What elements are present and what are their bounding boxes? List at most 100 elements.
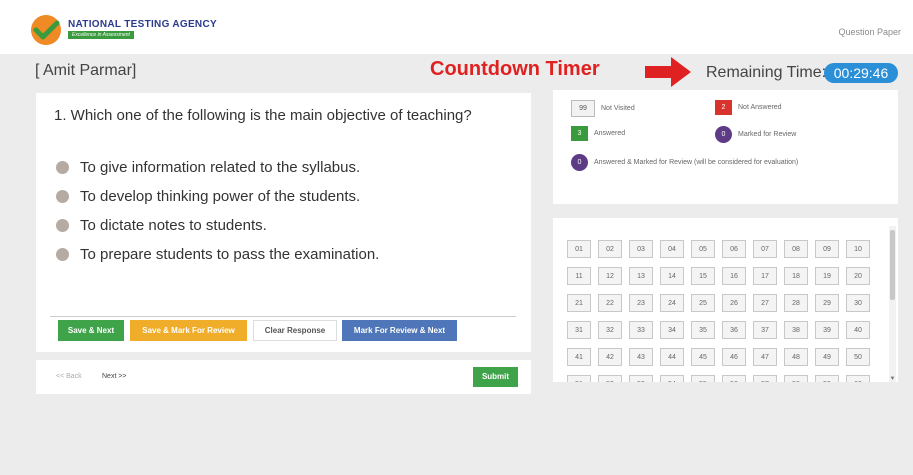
question-number-button[interactable]: 43 — [629, 348, 653, 366]
next-button[interactable]: Next >> — [102, 373, 127, 380]
option-1[interactable]: To give information related to the sylla… — [56, 153, 379, 182]
radio-button[interactable] — [56, 161, 69, 174]
question-number-button[interactable]: 06 — [722, 240, 746, 258]
option-label: To prepare students to pass the examinat… — [80, 246, 380, 263]
question-number-button[interactable]: 47 — [753, 348, 777, 366]
save-next-button[interactable]: Save & Next — [58, 320, 124, 341]
question-number-button[interactable]: 42 — [598, 348, 622, 366]
question-number-button[interactable]: 01 — [567, 240, 591, 258]
option-2[interactable]: To develop thinking power of the student… — [56, 182, 379, 211]
answered-marked-count: 0 — [571, 154, 588, 171]
question-number-button[interactable]: 31 — [567, 321, 591, 339]
radio-button[interactable] — [56, 219, 69, 232]
question-number-button[interactable]: 17 — [753, 267, 777, 285]
clear-response-button[interactable]: Clear Response — [253, 320, 337, 341]
question-number-button[interactable]: 46 — [722, 348, 746, 366]
question-number-button[interactable]: 40 — [846, 321, 870, 339]
question-number-button[interactable]: 49 — [815, 348, 839, 366]
question-number-button[interactable]: 34 — [660, 321, 684, 339]
question-text: 1. Which one of the following is the mai… — [54, 107, 472, 124]
question-number-button[interactable]: 08 — [784, 240, 808, 258]
question-number-button[interactable]: 58 — [784, 375, 808, 382]
option-3[interactable]: To dictate notes to students. — [56, 211, 379, 240]
question-number-button[interactable]: 50 — [846, 348, 870, 366]
remaining-time-value: 00:29:46 — [824, 63, 898, 83]
question-number-button[interactable]: 36 — [722, 321, 746, 339]
question-number-button[interactable]: 15 — [691, 267, 715, 285]
question-number-button[interactable]: 28 — [784, 294, 808, 312]
question-number-button[interactable]: 22 — [598, 294, 622, 312]
legend-answered-marked: 0 Answered & Marked for Review (will be … — [571, 154, 798, 171]
legend-label: Not Answered — [738, 104, 782, 111]
question-number-button[interactable]: 26 — [722, 294, 746, 312]
question-number-button[interactable]: 35 — [691, 321, 715, 339]
question-number-button[interactable]: 20 — [846, 267, 870, 285]
question-panel: 1. Which one of the following is the mai… — [36, 93, 531, 352]
status-legend: 99 Not Visited 2 Not Answered 3 Answered… — [553, 90, 898, 204]
legend-not-visited: 99 Not Visited — [571, 100, 635, 117]
question-number-button[interactable]: 14 — [660, 267, 684, 285]
question-number-button[interactable]: 18 — [784, 267, 808, 285]
question-number-button[interactable]: 24 — [660, 294, 684, 312]
question-number-button[interactable]: 44 — [660, 348, 684, 366]
option-4[interactable]: To prepare students to pass the examinat… — [56, 240, 379, 269]
question-number-button[interactable]: 09 — [815, 240, 839, 258]
question-number-button[interactable]: 53 — [629, 375, 653, 382]
question-number-button[interactable]: 19 — [815, 267, 839, 285]
question-number-button[interactable]: 13 — [629, 267, 653, 285]
question-number-button[interactable]: 05 — [691, 240, 715, 258]
question-number-button[interactable]: 25 — [691, 294, 715, 312]
question-number-button[interactable]: 16 — [722, 267, 746, 285]
back-button[interactable]: << Back — [56, 373, 82, 380]
org-name: NATIONAL TESTING AGENCY — [68, 19, 217, 30]
scroll-down-icon[interactable]: ▼ — [889, 376, 896, 382]
question-number-button[interactable]: 29 — [815, 294, 839, 312]
mark-review-next-button[interactable]: Mark For Review & Next — [342, 320, 457, 341]
submit-button[interactable]: Submit — [473, 367, 518, 387]
question-number-button[interactable]: 54 — [660, 375, 684, 382]
candidate-name: [ Amit Parmar] — [35, 62, 137, 79]
question-number-button[interactable]: 51 — [567, 375, 591, 382]
question-number-button[interactable]: 10 — [846, 240, 870, 258]
question-number-button[interactable]: 45 — [691, 348, 715, 366]
countdown-timer-annotation: Countdown Timer — [430, 58, 600, 80]
legend-label: Answered & Marked for Review (will be co… — [594, 159, 799, 166]
legend-label: Marked for Review — [738, 131, 797, 138]
question-number-button[interactable]: 55 — [691, 375, 715, 382]
question-number-button[interactable]: 07 — [753, 240, 777, 258]
question-number-button[interactable]: 48 — [784, 348, 808, 366]
question-number-button[interactable]: 21 — [567, 294, 591, 312]
question-number-button[interactable]: 57 — [753, 375, 777, 382]
question-number-button[interactable]: 56 — [722, 375, 746, 382]
question-number-button[interactable]: 33 — [629, 321, 653, 339]
nta-logo-icon — [31, 15, 61, 45]
radio-button[interactable] — [56, 190, 69, 203]
question-number-button[interactable]: 59 — [815, 375, 839, 382]
question-number-button[interactable]: 60 — [846, 375, 870, 382]
radio-button[interactable] — [56, 248, 69, 261]
palette-grid: 01 02 03 04 05 06 07 08 09 10 11 12 13 14 15 16 17 18 19 20… — [567, 240, 870, 382]
legend-marked-review: 0 Marked for Review — [715, 126, 796, 143]
question-number-button[interactable]: 03 — [629, 240, 653, 258]
question-number-button[interactable]: 04 — [660, 240, 684, 258]
legend-not-answered: 2 Not Answered — [715, 100, 782, 115]
scrollbar-thumb[interactable] — [890, 230, 895, 300]
question-number-button[interactable]: 52 — [598, 375, 622, 382]
question-number-button[interactable]: 27 — [753, 294, 777, 312]
question-number-button[interactable]: 30 — [846, 294, 870, 312]
options-list: To give information related to the sylla… — [56, 153, 379, 269]
question-number-button[interactable]: 37 — [753, 321, 777, 339]
option-label: To dictate notes to students. — [80, 217, 267, 234]
question-paper-link[interactable]: Question Paper — [838, 27, 901, 37]
question-number-button[interactable]: 12 — [598, 267, 622, 285]
question-number-button[interactable]: 39 — [815, 321, 839, 339]
save-mark-review-button[interactable]: Save & Mark For Review — [130, 320, 247, 341]
question-number-button[interactable]: 23 — [629, 294, 653, 312]
question-number-button[interactable]: 41 — [567, 348, 591, 366]
header: NATIONAL TESTING AGENCY Excellence in As… — [0, 0, 913, 54]
question-number-button[interactable]: 38 — [784, 321, 808, 339]
question-number-button[interactable]: 11 — [567, 267, 591, 285]
palette-scrollbar[interactable]: ▼ — [889, 226, 896, 382]
question-number-button[interactable]: 32 — [598, 321, 622, 339]
question-number-button[interactable]: 02 — [598, 240, 622, 258]
